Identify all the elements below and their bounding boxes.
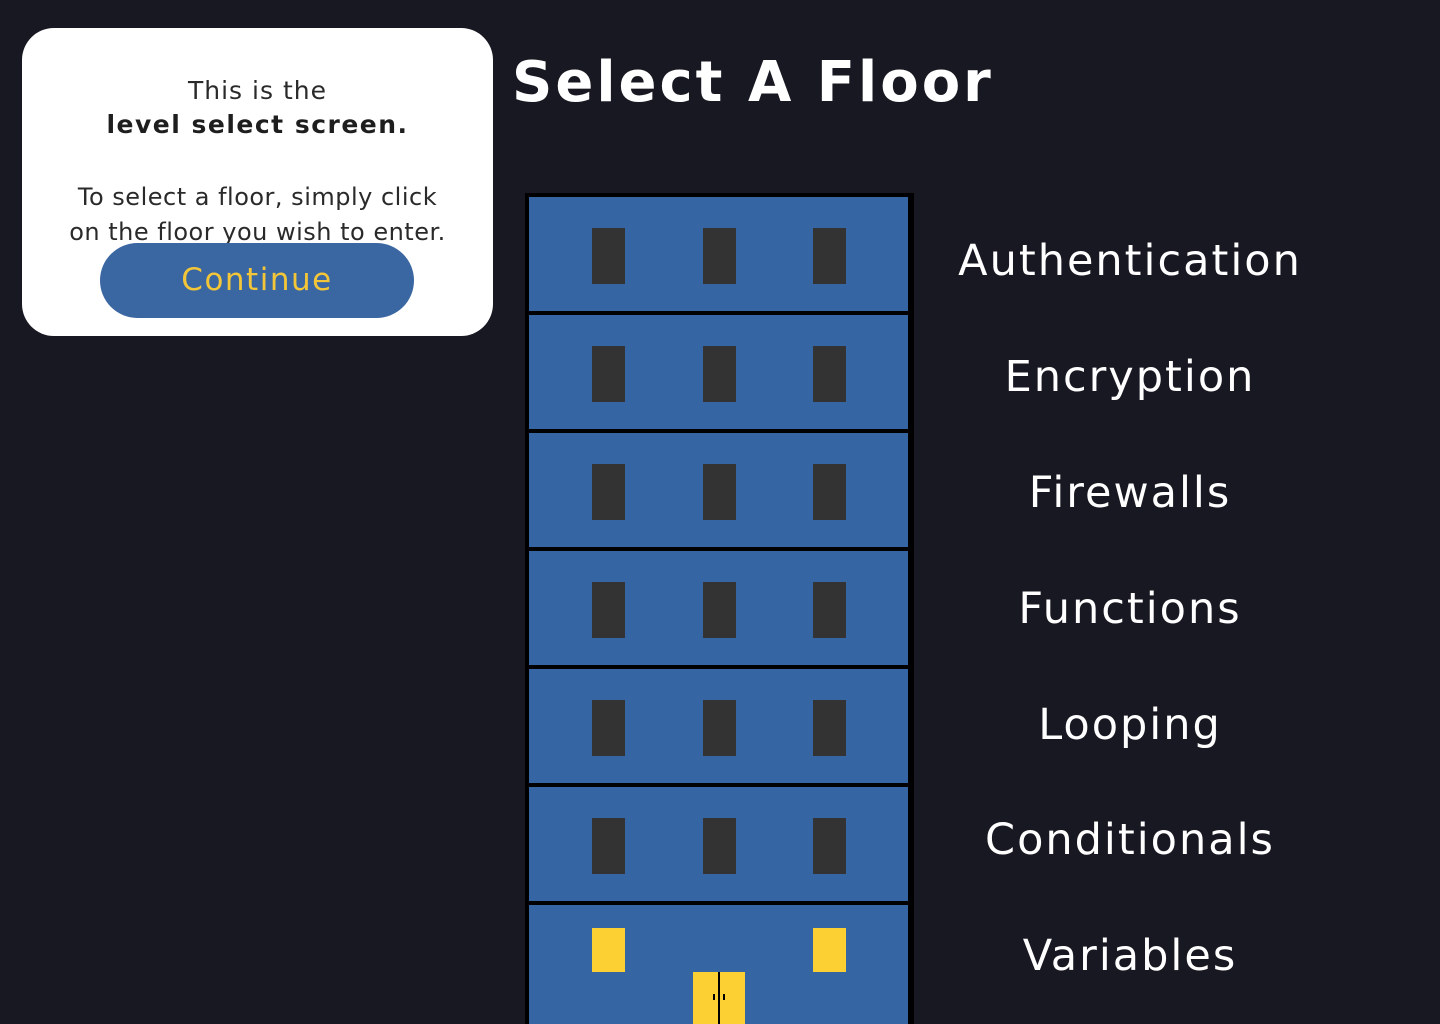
building	[525, 193, 914, 1024]
door-divider	[718, 972, 720, 1024]
window	[592, 228, 625, 284]
floor-label-firewalls[interactable]: Firewalls	[930, 468, 1330, 518]
window	[592, 464, 625, 520]
window	[813, 700, 846, 756]
floor-looping[interactable]	[529, 669, 908, 783]
floor-conditionals[interactable]	[529, 787, 908, 901]
floor-encryption[interactable]	[529, 315, 908, 429]
tooltip-instructions-line-1: To select a floor, simply click	[77, 183, 438, 211]
page-title: Select A Floor	[512, 50, 994, 115]
window	[703, 700, 736, 756]
level-select-screen: This is the level select screen. To sele…	[0, 0, 1440, 1024]
tooltip-instructions: To select a floor, simply click on the f…	[38, 180, 477, 250]
window	[813, 818, 846, 874]
floor-firewalls[interactable]	[529, 433, 908, 547]
floor-label-looping[interactable]: Looping	[930, 700, 1330, 750]
window	[813, 582, 846, 638]
floor-label-conditionals[interactable]: Conditionals	[930, 815, 1330, 865]
floor-label-variables[interactable]: Variables	[930, 931, 1330, 981]
window	[813, 228, 846, 284]
floor-variables[interactable]	[529, 905, 908, 1024]
tooltip-screen-name: level select screen.	[106, 110, 409, 139]
window	[592, 582, 625, 638]
window	[703, 582, 736, 638]
floor-functions[interactable]	[529, 551, 908, 665]
window	[813, 346, 846, 402]
window	[592, 700, 625, 756]
continue-button[interactable]: Continue	[100, 243, 414, 318]
floor-authentication[interactable]	[529, 197, 908, 311]
door-handle	[723, 994, 725, 1000]
lit-window	[592, 928, 625, 972]
window	[703, 818, 736, 874]
window	[703, 346, 736, 402]
entrance-door[interactable]	[693, 972, 745, 1024]
window	[703, 228, 736, 284]
tooltip-intro-text: This is the	[188, 76, 327, 105]
lit-window	[813, 928, 846, 972]
window	[813, 464, 846, 520]
floor-label-authentication[interactable]: Authentication	[930, 236, 1330, 286]
window	[592, 818, 625, 874]
window	[592, 346, 625, 402]
door-handle	[713, 994, 715, 1000]
window	[703, 464, 736, 520]
tutorial-tooltip: This is the level select screen. To sele…	[22, 28, 493, 336]
floor-label-functions[interactable]: Functions	[930, 584, 1330, 634]
floor-label-encryption[interactable]: Encryption	[930, 352, 1330, 402]
